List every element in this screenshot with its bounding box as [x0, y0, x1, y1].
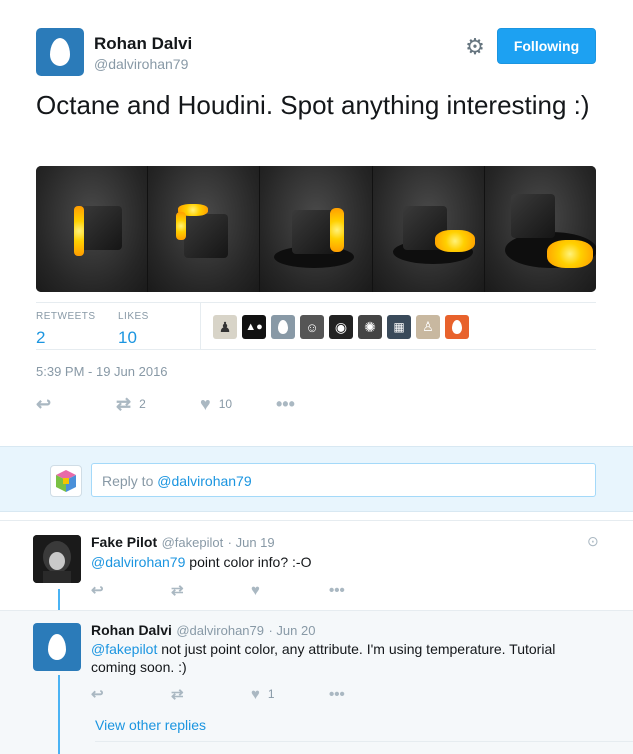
- reply-icon: ↩: [91, 582, 104, 599]
- media-frame: [260, 166, 373, 292]
- reply-author-handle[interactable]: @dalvirohan79: [176, 623, 264, 638]
- media-frame: [36, 166, 149, 292]
- reply-body: not just point color, any attribute. I'm…: [91, 641, 556, 675]
- reply-author-name[interactable]: Fake Pilot: [91, 534, 157, 550]
- more-icon: •••: [329, 685, 345, 703]
- like-count: 10: [218, 397, 233, 411]
- tweet-actions: ↩ ⇄ 2 ♥ 10 •••: [36, 394, 295, 414]
- reply-date[interactable]: · Jun 19: [228, 535, 275, 550]
- reply-button[interactable]: ↩: [91, 685, 171, 703]
- liker-avatar[interactable]: ☺: [300, 315, 324, 339]
- retweet-button[interactable]: ⇄ 2: [116, 394, 200, 415]
- media-frame: [148, 166, 261, 292]
- like-button[interactable]: ♥ 1: [251, 686, 329, 703]
- more-icon: •••: [276, 393, 295, 414]
- tweet-text: Octane and Houdini. Spot anything intere…: [36, 90, 590, 120]
- media-frame: [484, 166, 596, 292]
- retweet-button[interactable]: ⇄: [171, 581, 251, 599]
- media-frame: [372, 166, 485, 292]
- gear-icon[interactable]: ⚙: [462, 34, 488, 60]
- liker-avatar[interactable]: ✺: [358, 315, 382, 339]
- retweet-icon: ⇄: [171, 582, 184, 599]
- reply-actions: ↩ ⇄ ♥ 1 •••: [91, 685, 345, 704]
- like-button[interactable]: ♥ 10: [200, 394, 276, 415]
- tweet-media-image[interactable]: [36, 166, 596, 292]
- liker-avatar[interactable]: ♙: [416, 315, 440, 339]
- more-button[interactable]: •••: [329, 686, 345, 703]
- reply-placeholder-mention: @dalvirohan79: [157, 473, 252, 489]
- likes-label: LIKES: [118, 311, 149, 322]
- reply-icon: ↩: [36, 393, 52, 414]
- reply-text: @fakepilot not just point color, any att…: [91, 640, 581, 676]
- reply-placeholder-prefix: Reply to: [102, 473, 158, 489]
- reply-mention[interactable]: @fakepilot: [91, 641, 157, 657]
- reply-actions: ↩ ⇄ ♥ •••: [91, 581, 345, 600]
- reply-icon: ↩: [91, 686, 104, 703]
- reply-bar: Reply to @dalvirohan79: [0, 446, 633, 512]
- retweet-icon: ⇄: [171, 686, 184, 703]
- reply-avatar[interactable]: [33, 623, 81, 671]
- stats-divider: [200, 303, 201, 349]
- heart-icon: ♥: [251, 581, 260, 599]
- author-name[interactable]: Rohan Dalvi: [94, 34, 192, 54]
- reply-body: point color info? :-O: [185, 554, 312, 570]
- reply-mention[interactable]: @dalvirohan79: [91, 554, 185, 570]
- heart-icon: ♥: [251, 685, 260, 703]
- reply-date[interactable]: · Jun 20: [268, 623, 315, 638]
- likers-avatars: ♟ ▲● ☺ ◉ ✺ ▦ ♙: [213, 315, 469, 339]
- likes-count: 10: [118, 328, 137, 347]
- reply-button[interactable]: ↩: [91, 581, 171, 599]
- retweet-button[interactable]: ⇄: [171, 685, 251, 703]
- more-button[interactable]: •••: [276, 394, 295, 415]
- like-button[interactable]: ♥: [251, 582, 329, 599]
- current-user-avatar[interactable]: [50, 465, 82, 497]
- divider: [95, 741, 633, 742]
- reply-header: Rohan Dalvi @dalvirohan79 · Jun 20: [91, 622, 315, 640]
- likes-stat[interactable]: LIKES 10: [118, 311, 149, 348]
- liker-avatar[interactable]: ▲●: [242, 315, 266, 339]
- retweet-icon: ⇄: [116, 393, 132, 414]
- liker-avatar[interactable]: [271, 315, 295, 339]
- egg-avatar-icon: [48, 634, 66, 660]
- reply-tweet[interactable]: Fake Pilot @fakepilot · Jun 19 ⊙ @dalvir…: [0, 520, 633, 613]
- retweets-count: 2: [36, 328, 46, 347]
- liker-avatar[interactable]: ◉: [329, 315, 353, 339]
- reply-input[interactable]: Reply to @dalvirohan79: [91, 463, 596, 497]
- reply-header: Fake Pilot @fakepilot · Jun 19: [91, 534, 275, 552]
- main-tweet: Rohan Dalvi @dalvirohan79 ⚙ Following Oc…: [0, 0, 633, 446]
- liker-avatar[interactable]: ▦: [387, 315, 411, 339]
- tweet-timestamp[interactable]: 5:39 PM - 19 Jun 2016: [36, 364, 168, 379]
- reply-text: @dalvirohan79 point color info? :-O: [91, 553, 581, 571]
- more-icon: •••: [329, 581, 345, 599]
- author-avatar[interactable]: [36, 28, 84, 76]
- following-button[interactable]: Following: [497, 28, 596, 64]
- egg-avatar-icon: [50, 38, 70, 66]
- reply-author-name[interactable]: Rohan Dalvi: [91, 622, 172, 638]
- like-count: 1: [267, 687, 275, 701]
- hooded-figure-icon: [33, 535, 81, 583]
- thread-connector: [58, 675, 60, 754]
- reply-avatar[interactable]: [33, 535, 81, 583]
- liker-avatar[interactable]: ♟: [213, 315, 237, 339]
- tweet-stats: RETWEETS 2 LIKES 10 ♟ ▲● ☺ ◉ ✺ ▦ ♙: [36, 302, 596, 350]
- author-handle[interactable]: @dalvirohan79: [94, 56, 188, 72]
- location-icon[interactable]: ⊙: [587, 533, 599, 550]
- reply-tweet[interactable]: Rohan Dalvi @dalvirohan79 · Jun 20 @fake…: [0, 610, 633, 754]
- liker-avatar[interactable]: [445, 315, 469, 339]
- reply-button[interactable]: ↩: [36, 394, 116, 415]
- retweets-stat[interactable]: RETWEETS 2: [36, 311, 96, 348]
- retweets-label: RETWEETS: [36, 311, 96, 322]
- retweet-count: 2: [139, 397, 146, 411]
- more-button[interactable]: •••: [329, 582, 345, 599]
- heart-icon: ♥: [200, 393, 211, 414]
- reply-author-handle[interactable]: @fakepilot: [162, 535, 224, 550]
- view-other-replies-link[interactable]: View other replies: [95, 717, 206, 733]
- cube-avatar-icon: [56, 470, 76, 492]
